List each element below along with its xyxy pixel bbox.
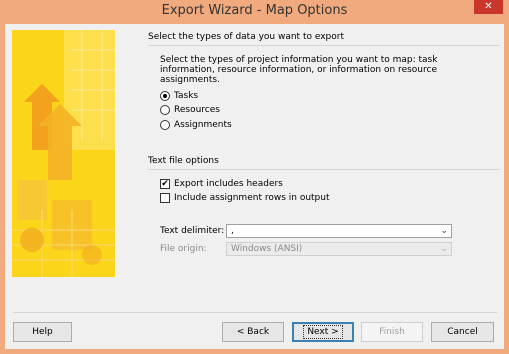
- chevron-down-icon[interactable]: ⌄: [440, 225, 448, 237]
- export-includes-headers-label: Export includes headers: [174, 179, 283, 189]
- close-icon[interactable]: ✕: [474, 0, 503, 14]
- include-assignment-rows-checkbox[interactable]: Include assignment rows in output: [160, 192, 330, 204]
- text-delimiter-label: Text delimiter:: [160, 226, 225, 236]
- cancel-button[interactable]: Cancel: [431, 322, 494, 342]
- export-types-description: Select the types of project information …: [160, 55, 438, 85]
- export-types-heading: Select the types of data you want to exp…: [148, 32, 344, 42]
- text-delimiter-dropdown[interactable]: , ⌄: [226, 224, 452, 238]
- next-button-label: Next >: [303, 325, 343, 339]
- checkmark-icon[interactable]: ✔: [160, 179, 170, 189]
- wizard-illustration: [12, 30, 115, 277]
- button-bar-divider: [13, 312, 497, 313]
- radio-resources[interactable]: Resources: [160, 104, 220, 116]
- help-button[interactable]: Help: [13, 322, 72, 342]
- file-origin-dropdown[interactable]: Windows (ANSI) ⌄: [226, 242, 452, 256]
- chevron-down-icon[interactable]: ⌄: [440, 243, 448, 255]
- title-bar: Export Wizard - Map Options ✕: [0, 0, 509, 24]
- next-button[interactable]: Next >: [292, 322, 354, 342]
- radio-assignments-indicator[interactable]: [160, 120, 170, 130]
- section-divider: [148, 45, 500, 46]
- include-assignment-rows-label: Include assignment rows in output: [174, 193, 330, 203]
- wizard-body: Select the types of data you want to exp…: [5, 24, 504, 349]
- export-wizard-window: Export Wizard - Map Options ✕ Select the…: [0, 0, 509, 354]
- radio-tasks[interactable]: Tasks: [160, 90, 198, 102]
- radio-resources-label: Resources: [174, 105, 220, 115]
- wizard-illustration-graphic: [12, 30, 115, 277]
- finish-button[interactable]: Finish: [361, 322, 423, 342]
- text-file-options-heading: Text file options: [148, 156, 219, 166]
- radio-tasks-label: Tasks: [174, 91, 199, 101]
- radio-resources-indicator[interactable]: [160, 105, 170, 115]
- file-origin-label: File origin:: [160, 244, 207, 254]
- window-title: Export Wizard - Map Options: [161, 3, 348, 18]
- export-includes-headers-checkbox[interactable]: ✔ Export includes headers: [160, 178, 283, 190]
- radio-assignments[interactable]: Assignments: [160, 119, 232, 131]
- include-assignment-rows-box[interactable]: [160, 193, 170, 203]
- radio-assignments-label: Assignments: [174, 120, 232, 130]
- file-origin-value: Windows (ANSI): [231, 244, 303, 254]
- radio-tasks-indicator[interactable]: [160, 91, 170, 101]
- section-divider: [148, 169, 500, 170]
- text-delimiter-value: ,: [231, 226, 234, 236]
- back-button[interactable]: < Back: [222, 322, 284, 342]
